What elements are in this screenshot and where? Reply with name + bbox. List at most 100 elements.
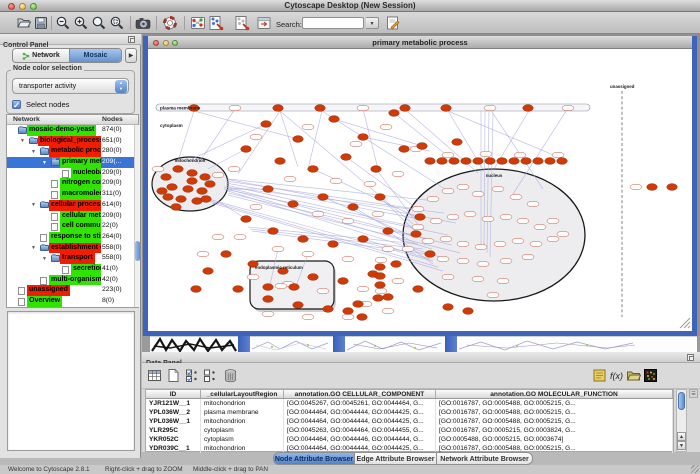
node[interactable] bbox=[273, 105, 284, 112]
node[interactable] bbox=[167, 184, 178, 191]
node[interactable] bbox=[425, 251, 436, 258]
node[interactable] bbox=[667, 184, 678, 191]
node[interactable] bbox=[517, 218, 529, 224]
node[interactable] bbox=[203, 268, 214, 275]
node[interactable] bbox=[302, 251, 314, 257]
node[interactable] bbox=[392, 171, 404, 177]
table-cell[interactable]: [GO:0045263, GO:0044464, GO:0044455, G..… bbox=[284, 426, 436, 435]
table-column-header[interactable]: ID bbox=[146, 390, 201, 399]
node[interactable] bbox=[315, 105, 326, 112]
data-table-scrollbar[interactable]: ▲ ▼ bbox=[676, 389, 687, 452]
node[interactable] bbox=[457, 241, 469, 247]
node[interactable] bbox=[233, 286, 244, 293]
node[interactable] bbox=[383, 228, 394, 235]
node[interactable] bbox=[457, 258, 469, 264]
node[interactable] bbox=[375, 194, 386, 201]
node[interactable] bbox=[187, 170, 198, 177]
search-input[interactable] bbox=[302, 17, 364, 29]
node[interactable] bbox=[293, 136, 304, 143]
network-minimize-button[interactable] bbox=[163, 40, 169, 46]
network-tree-header[interactable]: Network Nodes bbox=[7, 115, 138, 125]
node[interactable] bbox=[250, 204, 262, 210]
edge[interactable] bbox=[238, 111, 280, 174]
edge[interactable] bbox=[194, 111, 298, 139]
background-window-sliver[interactable] bbox=[250, 336, 333, 352]
tree-row[interactable]: cellular metabo209(0) bbox=[7, 211, 138, 222]
table-cell[interactable]: [GO:0045267, GO:0045261, GO:0044464, G..… bbox=[284, 399, 436, 408]
annotation-icon[interactable] bbox=[385, 15, 401, 31]
node[interactable] bbox=[173, 166, 184, 173]
tree-row[interactable]: macromolecule311(0) bbox=[7, 189, 138, 200]
save-icon[interactable] bbox=[33, 15, 49, 31]
node[interactable] bbox=[275, 283, 287, 289]
node[interactable] bbox=[464, 211, 476, 217]
node[interactable] bbox=[449, 158, 460, 165]
node[interactable] bbox=[284, 176, 296, 182]
node[interactable] bbox=[263, 284, 274, 291]
node[interactable] bbox=[472, 191, 484, 197]
node[interactable] bbox=[348, 204, 359, 211]
node[interactable] bbox=[412, 206, 424, 212]
table-cell[interactable]: YPL036W__2 bbox=[146, 408, 201, 417]
network-zoom-button[interactable] bbox=[172, 40, 178, 46]
destroy-view-icon[interactable] bbox=[234, 15, 250, 31]
node[interactable] bbox=[197, 188, 208, 195]
node[interactable] bbox=[375, 257, 387, 263]
node[interactable] bbox=[497, 158, 508, 165]
tree-row[interactable]: unassigned223(0) bbox=[7, 285, 138, 296]
table-cell[interactable]: YJR121W__1 bbox=[146, 399, 201, 408]
node[interactable] bbox=[547, 236, 559, 242]
node[interactable] bbox=[382, 308, 394, 314]
delete-attribute-icon[interactable] bbox=[223, 368, 238, 383]
node[interactable] bbox=[341, 154, 352, 161]
edge[interactable] bbox=[178, 111, 194, 161]
network-close-button[interactable] bbox=[153, 40, 159, 46]
tab-network-attribute-browser[interactable]: Network Attribute Browser bbox=[437, 452, 533, 465]
node[interactable] bbox=[375, 288, 387, 294]
node[interactable] bbox=[364, 181, 376, 187]
snapshot-camera-icon[interactable] bbox=[135, 15, 151, 31]
import-attributes-icon[interactable] bbox=[626, 368, 641, 383]
node[interactable] bbox=[329, 116, 340, 123]
node[interactable] bbox=[521, 158, 532, 165]
node[interactable] bbox=[492, 186, 504, 192]
zoom-selected-icon[interactable] bbox=[109, 15, 125, 31]
node[interactable] bbox=[152, 166, 164, 172]
node[interactable] bbox=[298, 236, 309, 243]
node[interactable] bbox=[647, 184, 658, 191]
node[interactable] bbox=[375, 273, 386, 280]
tree-row[interactable]: ▼biological_process651(0) bbox=[7, 136, 138, 147]
node[interactable] bbox=[328, 241, 339, 248]
node[interactable] bbox=[293, 302, 304, 309]
node[interactable] bbox=[497, 278, 509, 284]
edge[interactable] bbox=[228, 189, 432, 249]
node[interactable] bbox=[205, 181, 216, 188]
network-window-titlebar[interactable]: primary metabolic process bbox=[148, 36, 692, 49]
node[interactable] bbox=[317, 288, 329, 294]
node[interactable] bbox=[272, 246, 284, 252]
node[interactable] bbox=[289, 284, 300, 291]
node[interactable] bbox=[533, 158, 544, 165]
node[interactable] bbox=[338, 278, 349, 285]
node[interactable] bbox=[221, 251, 232, 258]
node[interactable] bbox=[430, 218, 442, 224]
table-cell[interactable]: YDR039C__1 bbox=[146, 444, 201, 453]
node[interactable] bbox=[302, 314, 314, 320]
table-column-header[interactable]: annotation.GO CELLULAR_COMPONENT bbox=[284, 390, 436, 399]
background-window-sliver[interactable] bbox=[345, 336, 445, 352]
node[interactable] bbox=[241, 216, 252, 223]
node[interactable] bbox=[547, 218, 559, 224]
node[interactable] bbox=[171, 204, 182, 211]
background-window-sliver[interactable] bbox=[639, 336, 697, 352]
table-cell[interactable]: [GO:0016787, GO:0005488, GO:0005215, G..… bbox=[436, 417, 673, 426]
table-options-icon[interactable]: ☰ bbox=[689, 389, 698, 398]
create-attribute-icon[interactable] bbox=[166, 368, 181, 383]
tree-row[interactable]: secretion41(0) bbox=[7, 264, 138, 275]
background-window-border[interactable] bbox=[445, 336, 457, 352]
node[interactable] bbox=[201, 196, 212, 203]
table-cell[interactable]: YPL036W__1 bbox=[146, 417, 201, 426]
table-cell[interactable]: mitochondrion bbox=[201, 444, 284, 453]
node[interactable] bbox=[343, 308, 354, 315]
node[interactable] bbox=[425, 158, 436, 165]
tree-row[interactable]: response to stimulu264(0) bbox=[7, 232, 138, 243]
